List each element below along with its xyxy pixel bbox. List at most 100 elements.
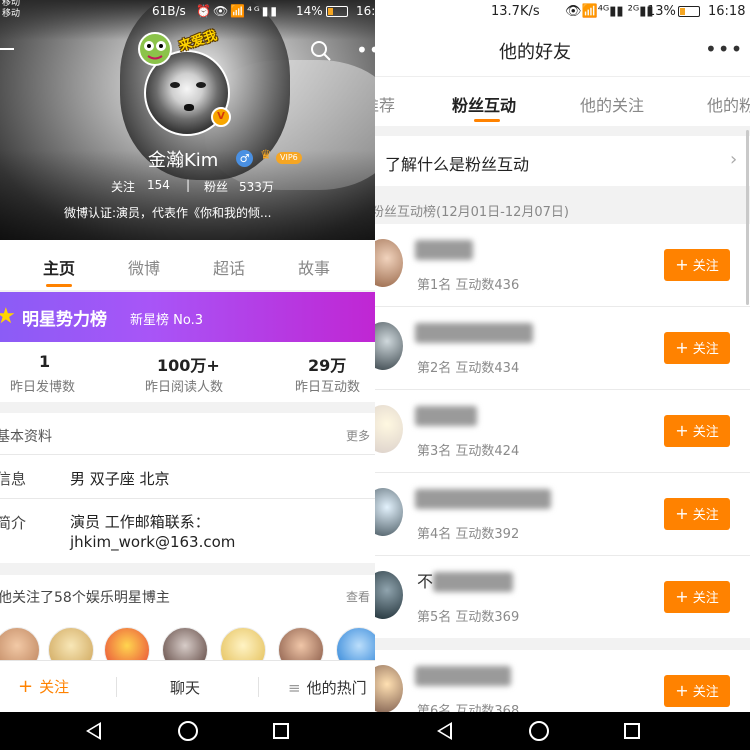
android-nav-bar (375, 712, 750, 750)
following-label[interactable]: 关注 (111, 178, 135, 195)
more-icon[interactable]: •• (356, 38, 375, 62)
fans-count[interactable]: 533万 (239, 178, 274, 195)
avatar-eye-left (170, 82, 180, 88)
fan-avatar[interactable] (375, 239, 403, 287)
basic-info-header[interactable]: 基本资料 更多 (0, 413, 375, 455)
list-item[interactable]: 不 第5名 互动数369 + 关注 (375, 556, 750, 638)
basic-info-title: 基本资料 (0, 429, 52, 445)
follow-button[interactable]: + 关注 (664, 581, 730, 613)
following-card[interactable]: 他关注了58个娱乐明星博主 查看 (0, 575, 375, 673)
blurred-name (433, 572, 513, 592)
chevron-right-icon: › (730, 149, 738, 170)
following-count[interactable]: 154 (147, 178, 170, 192)
carrier-1: 移动 (2, 0, 21, 8)
stat-label: 昨日阅读人数 (145, 380, 224, 395)
back-icon[interactable] (0, 48, 14, 50)
follow-button[interactable]: + 关注 (664, 415, 730, 447)
follow-button[interactable]: + 关注 (664, 498, 730, 530)
bio-email[interactable]: jhkim_work@163.com (70, 532, 370, 552)
profile-name-row: 金瀚Kim ♂ ♛ VIP6 (0, 146, 375, 172)
list-item[interactable]: 第2名 互动数434 + 关注 (375, 307, 750, 389)
fan-rank: 第4名 互动数392 (417, 527, 520, 542)
list-item[interactable]: 第3名 互动数424 + 关注 (375, 390, 750, 472)
follow-button[interactable]: + 关注 (664, 249, 730, 281)
chat-button[interactable]: 聊天 (170, 677, 200, 698)
fan-avatar[interactable] (375, 322, 403, 370)
plus-icon: + (675, 681, 689, 700)
follow-button[interactable]: + 关注 (664, 332, 730, 364)
avatar-pendant-icon (138, 32, 172, 66)
tab-recommend[interactable]: 推荐 (375, 92, 395, 116)
friends-panel: 13.7K/s 👁📶⁴ᴳ▮▮ ²ᴳ▮▮ 13% 16:18 他的好友 ••• 推… (375, 0, 750, 750)
basic-info-card: 基本资料 更多 信息 男 双子座 北京 简介 演员 工作邮箱联系： jhkim_… (0, 413, 375, 563)
blurred-name (415, 489, 551, 509)
list-item[interactable]: 第4名 互动数392 + 关注 (375, 473, 750, 555)
profile-name: 金瀚Kim (148, 150, 219, 171)
scrollbar[interactable] (746, 130, 749, 305)
male-icon: ♂ (236, 150, 253, 167)
more-icon[interactable]: ••• (705, 37, 743, 61)
follow-label: 关注 (692, 259, 719, 274)
divider (116, 677, 117, 697)
view-link[interactable]: 查看 (346, 588, 370, 605)
nav-back-icon[interactable] (86, 722, 101, 740)
star-power-banner[interactable]: ★ 明星势力榜 新星榜 No.3 (0, 292, 375, 342)
follow-button[interactable]: + 关注 (664, 675, 730, 707)
fan-avatar[interactable] (375, 405, 403, 453)
hot-posts-label: 他的热门 (306, 679, 367, 697)
stat-value: 100万+ (157, 356, 220, 375)
tab-weibo[interactable]: 微博 (128, 255, 160, 279)
divider (258, 677, 259, 697)
page-title: 他的好友 (499, 42, 571, 63)
menu-icon: ≡ (288, 679, 301, 697)
fan-name: 不 (417, 572, 434, 591)
battery-icon (678, 6, 700, 17)
tab-fan-interaction[interactable]: 粉丝互动 (452, 92, 516, 116)
status-bar: 移动 移动 61B/s ⏰👁📶⁴ᴳ▮▮ 14% 16: (0, 0, 375, 22)
nav-recents-icon[interactable] (273, 723, 289, 739)
more-link[interactable]: 更多 (346, 427, 370, 444)
nav-header: 他的好友 ••• (375, 24, 750, 76)
profile-action-bar: + 关注 聊天 ≡ 他的热门 (0, 660, 375, 712)
bio-key: 简介 (0, 514, 27, 532)
hot-posts-button[interactable]: ≡ 他的热门 (288, 677, 367, 698)
list-item[interactable]: 第1名 互动数436 + 关注 (375, 224, 750, 306)
tab-home[interactable]: 主页 (43, 255, 75, 279)
search-icon[interactable] (310, 40, 332, 62)
carrier-label: 移动 移动 (2, 0, 20, 20)
plus-icon: + (18, 676, 34, 697)
info-row: 信息 男 双子座 北京 (0, 455, 375, 499)
fan-avatar[interactable] (375, 665, 403, 713)
nav-home-icon[interactable] (529, 721, 549, 741)
fan-avatar[interactable] (375, 571, 403, 619)
stat-label: 昨日发博数 (10, 380, 76, 395)
follow-label: 关注 (692, 342, 719, 357)
stat-value: 1 (39, 352, 51, 371)
verified-badge-icon: V (211, 107, 231, 127)
banner-title: 明星势力榜 (22, 310, 107, 330)
tab-following[interactable]: 他的关注 (580, 92, 644, 116)
bio-line-1: 演员 工作邮箱联系： (70, 513, 210, 531)
tab-supertopic[interactable]: 超话 (213, 255, 245, 279)
android-nav-bar (0, 712, 375, 750)
learn-more-row[interactable]: 了解什么是粉丝互动 › (375, 136, 750, 186)
fan-rank: 第1名 互动数436 (417, 278, 520, 293)
nav-back-icon[interactable] (437, 722, 452, 740)
fan-avatar[interactable] (375, 488, 403, 536)
follow-label: 关注 (692, 685, 719, 700)
tab-fans[interactable]: 他的粉丝 (707, 92, 750, 116)
tab-story[interactable]: 故事 (298, 255, 330, 279)
bio-row: 简介 演员 工作邮箱联系： jhkim_work@163.com (0, 499, 375, 563)
plus-icon: + (675, 587, 689, 606)
nav-home-icon[interactable] (178, 721, 198, 741)
plus-icon: + (675, 421, 689, 440)
fan-rank: 第3名 互动数424 (417, 444, 520, 459)
vip-badge[interactable]: ♛ VIP6 (260, 148, 302, 166)
follow-label: 关注 (692, 508, 719, 523)
follow-button[interactable]: + 关注 (18, 676, 69, 697)
nav-recents-icon[interactable] (624, 723, 640, 739)
fans-label[interactable]: 粉丝 (204, 178, 228, 195)
crown-icon: ♛ (260, 148, 272, 163)
stat-value: 29万 (308, 356, 347, 375)
network-rate: 61B/s (152, 4, 186, 18)
